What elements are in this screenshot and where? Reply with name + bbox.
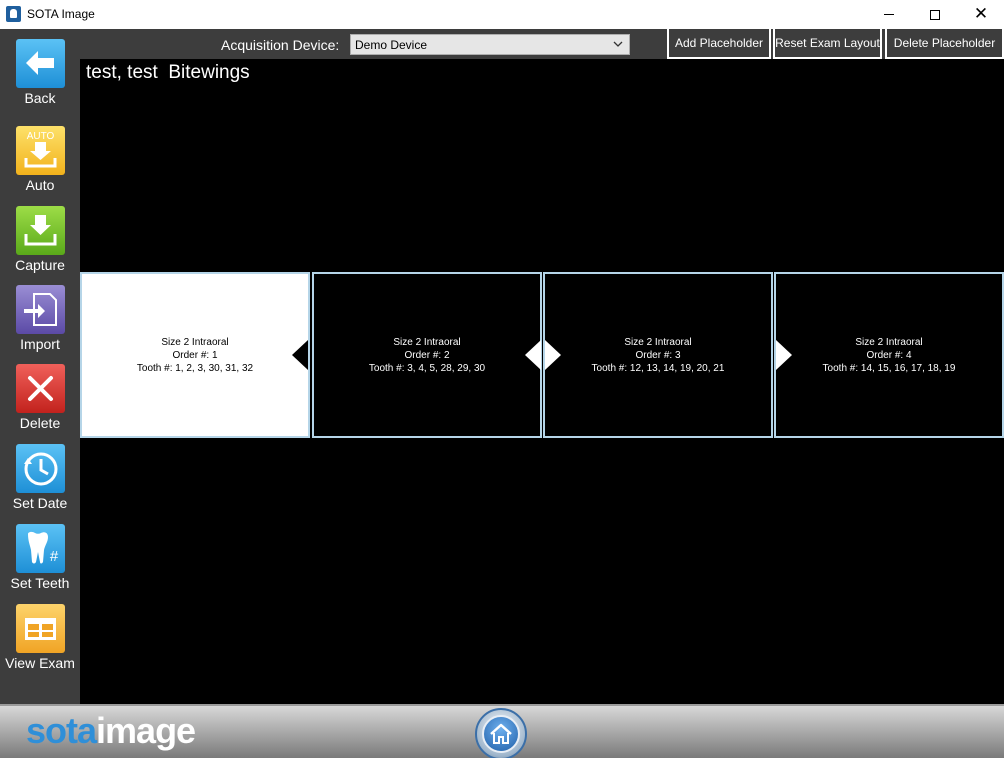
image-slot-2[interactable]: Size 2 Intraoral Order #: 2 Tooth #: 3, …: [312, 272, 542, 438]
auto-download-icon: AUTO: [16, 126, 65, 175]
slot-teeth: Tooth #: 3, 4, 5, 28, 29, 30: [368, 362, 486, 374]
set-date-button[interactable]: Set Date: [0, 444, 80, 520]
import-button[interactable]: Import: [0, 285, 80, 361]
clock-icon: [16, 444, 65, 493]
toolbar: Acquisition Device: Demo Device Add Plac…: [80, 29, 1004, 59]
footer-bar: sotaimage: [0, 704, 1004, 758]
set-date-label: Set Date: [12, 495, 68, 511]
sidebar: Back AUTO Auto Capture Import Delete Set…: [0, 29, 80, 704]
add-placeholder-button[interactable]: Add Placeholder: [667, 29, 771, 59]
set-teeth-label: Set Teeth: [10, 575, 70, 591]
window-title: SOTA Image: [27, 7, 95, 21]
orientation-arrow-right-icon: [545, 340, 561, 370]
slot-order: Order #: 2: [404, 349, 450, 361]
orientation-arrow-left-icon: [292, 340, 308, 370]
logo-part-image: image: [96, 710, 196, 751]
slot-order: Order #: 1: [172, 349, 218, 361]
slot-type: Size 2 Intraoral: [161, 336, 229, 348]
title-bar: SOTA Image ✕: [0, 0, 1004, 29]
view-exam-label: View Exam: [5, 655, 75, 671]
image-slot-4[interactable]: Size 2 Intraoral Order #: 4 Tooth #: 14,…: [774, 272, 1004, 438]
minimize-button[interactable]: [866, 0, 912, 29]
maximize-icon: [930, 9, 940, 20]
delete-label: Delete: [19, 415, 61, 431]
acquisition-device-select[interactable]: Demo Device: [350, 34, 630, 55]
tooth-number-icon: #: [16, 524, 65, 573]
delete-x-icon: [16, 364, 65, 413]
back-arrow-icon: [16, 39, 65, 88]
slot-order: Order #: 4: [866, 349, 912, 361]
view-exam-grid-icon: [16, 604, 65, 653]
slot-teeth: Tooth #: 14, 15, 16, 17, 18, 19: [822, 362, 956, 374]
image-slot-1[interactable]: Size 2 Intraoral Order #: 1 Tooth #: 1, …: [80, 272, 310, 438]
slot-order: Order #: 3: [635, 349, 681, 361]
view-exam-button[interactable]: View Exam: [0, 604, 80, 680]
acquisition-device-value: Demo Device: [355, 38, 428, 52]
set-teeth-button[interactable]: # Set Teeth: [0, 524, 80, 600]
maximize-button[interactable]: [912, 0, 958, 29]
back-button[interactable]: Back: [0, 39, 80, 115]
close-button[interactable]: ✕: [958, 0, 1004, 29]
reset-exam-layout-button[interactable]: Reset Exam Layout: [773, 29, 882, 59]
chevron-down-icon: [613, 37, 623, 54]
back-label: Back: [24, 90, 56, 106]
slot-teeth: Tooth #: 1, 2, 3, 30, 31, 32: [136, 362, 254, 374]
sotaimage-logo: sotaimage: [26, 710, 196, 752]
close-icon: ✕: [973, 4, 989, 24]
import-icon: [16, 285, 65, 334]
slot-teeth: Tooth #: 12, 13, 14, 19, 20, 21: [591, 362, 725, 374]
capture-label: Capture: [15, 257, 65, 273]
auto-label: Auto: [25, 177, 55, 193]
capture-button[interactable]: Capture: [0, 206, 80, 282]
slot-type: Size 2 Intraoral: [393, 336, 461, 348]
slot-type: Size 2 Intraoral: [624, 336, 692, 348]
import-label: Import: [20, 336, 60, 352]
teeth-badge-text: #: [50, 548, 59, 565]
acquisition-device-label: Acquisition Device:: [221, 37, 340, 53]
image-slot-3[interactable]: Size 2 Intraoral Order #: 3 Tooth #: 12,…: [543, 272, 773, 438]
exam-title: test, test Bitewings: [86, 62, 250, 83]
capture-download-icon: [16, 206, 65, 255]
orientation-arrow-right-icon: [776, 340, 792, 370]
sota-tooth-icon: [6, 6, 21, 22]
delete-button[interactable]: Delete: [0, 364, 80, 440]
orientation-arrow-left-icon: [525, 340, 541, 370]
slot-type: Size 2 Intraoral: [855, 336, 923, 348]
auto-button[interactable]: AUTO Auto: [0, 126, 80, 202]
delete-placeholder-button[interactable]: Delete Placeholder: [885, 29, 1004, 59]
home-button[interactable]: [475, 708, 527, 758]
auto-badge-text: AUTO: [27, 131, 55, 142]
logo-part-sota: sota: [26, 710, 97, 751]
exam-canvas: test, test Bitewings Size 2 Intraoral Or…: [80, 59, 1004, 704]
minimize-icon: [884, 14, 894, 15]
home-icon: [482, 715, 520, 753]
